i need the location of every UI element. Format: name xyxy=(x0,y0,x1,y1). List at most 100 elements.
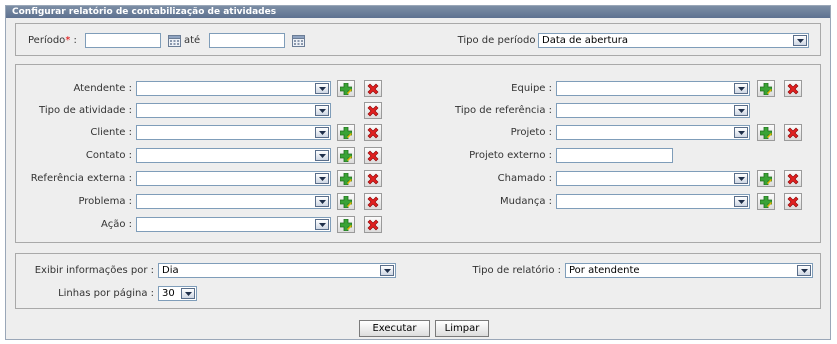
project-label: Projeto : xyxy=(510,127,552,138)
contact-label: Contato : xyxy=(85,150,132,161)
remove-ticket-button[interactable] xyxy=(784,170,802,187)
remove-icon xyxy=(787,173,799,185)
add-problem-button[interactable] xyxy=(337,193,355,210)
external-project-input[interactable] xyxy=(556,148,673,163)
period-label: Período* : xyxy=(28,35,77,46)
filters-group: Atendente : Tipo de atividade : Cliente … xyxy=(15,64,821,243)
add-icon xyxy=(340,150,352,162)
team-select[interactable] xyxy=(556,81,750,96)
period-type-select[interactable]: Data de abertura xyxy=(538,33,809,48)
add-contact-button[interactable] xyxy=(337,147,355,164)
period-type-label: Tipo de período : xyxy=(457,35,542,46)
add-icon xyxy=(340,127,352,139)
chevron-down-icon[interactable] xyxy=(380,265,394,276)
chevron-down-icon[interactable] xyxy=(181,288,195,299)
remove-icon xyxy=(367,150,379,162)
problem-select[interactable] xyxy=(136,194,331,209)
action-label: Ação : xyxy=(101,219,132,230)
clear-button[interactable]: Limpar xyxy=(435,320,489,337)
chevron-down-icon[interactable] xyxy=(315,127,329,138)
report-type-select[interactable]: Por atendente xyxy=(565,263,813,278)
add-action-button[interactable] xyxy=(337,216,355,233)
add-client-button[interactable] xyxy=(337,124,355,141)
add-team-button[interactable] xyxy=(757,80,775,97)
add-icon xyxy=(340,173,352,185)
report-type-value: Por atendente xyxy=(569,265,640,276)
activity-type-label: Tipo de atividade : xyxy=(39,105,132,116)
remove-change-button[interactable] xyxy=(784,193,802,210)
rows-per-page-select[interactable]: 30 xyxy=(158,286,197,301)
client-label: Cliente : xyxy=(90,127,132,138)
activity-type-select[interactable] xyxy=(136,103,331,118)
project-select[interactable] xyxy=(556,125,750,140)
add-icon xyxy=(340,196,352,208)
chevron-down-icon[interactable] xyxy=(315,83,329,94)
chevron-down-icon[interactable] xyxy=(315,105,329,116)
chevron-down-icon[interactable] xyxy=(315,173,329,184)
chevron-down-icon[interactable] xyxy=(734,173,748,184)
reference-type-select[interactable] xyxy=(556,103,750,118)
remove-action-button[interactable] xyxy=(364,216,382,233)
attendant-select[interactable] xyxy=(136,81,331,96)
reference-type-label: Tipo de referência : xyxy=(455,105,552,116)
remove-icon xyxy=(367,196,379,208)
change-label: Mudança : xyxy=(500,196,552,207)
rows-per-page-value: 30 xyxy=(162,288,175,299)
remove-problem-button[interactable] xyxy=(364,193,382,210)
ticket-label: Chamado : xyxy=(497,173,552,184)
remove-external-reference-button[interactable] xyxy=(364,170,382,187)
remove-icon xyxy=(367,173,379,185)
chevron-down-icon[interactable] xyxy=(315,196,329,207)
run-button[interactable]: Executar xyxy=(359,320,430,337)
attendant-label: Atendente : xyxy=(73,83,132,94)
external-reference-select[interactable] xyxy=(136,171,331,186)
add-project-button[interactable] xyxy=(757,124,775,141)
show-by-value: Dia xyxy=(162,265,179,276)
remove-icon xyxy=(787,196,799,208)
external-project-label: Projeto externo : xyxy=(469,150,552,161)
remove-client-button[interactable] xyxy=(364,124,382,141)
chevron-down-icon[interactable] xyxy=(734,105,748,116)
remove-icon xyxy=(787,127,799,139)
add-icon xyxy=(760,173,772,185)
external-reference-label: Referência externa : xyxy=(30,173,132,184)
calendar-icon[interactable] xyxy=(168,34,181,47)
add-attendant-button[interactable] xyxy=(337,80,355,97)
add-icon xyxy=(760,196,772,208)
remove-activity-type-button[interactable] xyxy=(364,102,382,119)
period-type-value: Data de abertura xyxy=(542,35,628,46)
remove-attendant-button[interactable] xyxy=(364,80,382,97)
change-select[interactable] xyxy=(556,194,750,209)
show-by-select[interactable]: Dia xyxy=(158,263,396,278)
period-group: Período* : até Tipo de período : Data de… xyxy=(15,23,821,56)
chevron-down-icon[interactable] xyxy=(734,127,748,138)
add-ticket-button[interactable] xyxy=(757,170,775,187)
panel-title: Configurar relatório de contabilização d… xyxy=(6,6,830,18)
required-mark: * xyxy=(65,35,71,46)
chevron-down-icon[interactable] xyxy=(734,83,748,94)
add-change-button[interactable] xyxy=(757,193,775,210)
period-between-label: até xyxy=(184,35,201,46)
add-external-reference-button[interactable] xyxy=(337,170,355,187)
contact-select[interactable] xyxy=(136,148,331,163)
chevron-down-icon[interactable] xyxy=(315,150,329,161)
add-icon xyxy=(760,127,772,139)
action-select[interactable] xyxy=(136,217,331,232)
chevron-down-icon[interactable] xyxy=(797,265,811,276)
period-start-input[interactable] xyxy=(85,33,161,48)
remove-contact-button[interactable] xyxy=(364,147,382,164)
remove-project-button[interactable] xyxy=(784,124,802,141)
report-config-panel: Configurar relatório de contabilização d… xyxy=(5,5,831,340)
chevron-down-icon[interactable] xyxy=(734,196,748,207)
remove-team-button[interactable] xyxy=(784,80,802,97)
ticket-select[interactable] xyxy=(556,171,750,186)
calendar-icon[interactable] xyxy=(292,34,305,47)
period-end-input[interactable] xyxy=(209,33,285,48)
problem-label: Problema : xyxy=(78,196,132,207)
client-select[interactable] xyxy=(136,125,331,140)
add-icon xyxy=(340,83,352,95)
chevron-down-icon[interactable] xyxy=(793,35,807,46)
remove-icon xyxy=(367,127,379,139)
display-options-group: Exibir informações por : Dia Tipo de rel… xyxy=(15,253,821,309)
chevron-down-icon[interactable] xyxy=(315,219,329,230)
